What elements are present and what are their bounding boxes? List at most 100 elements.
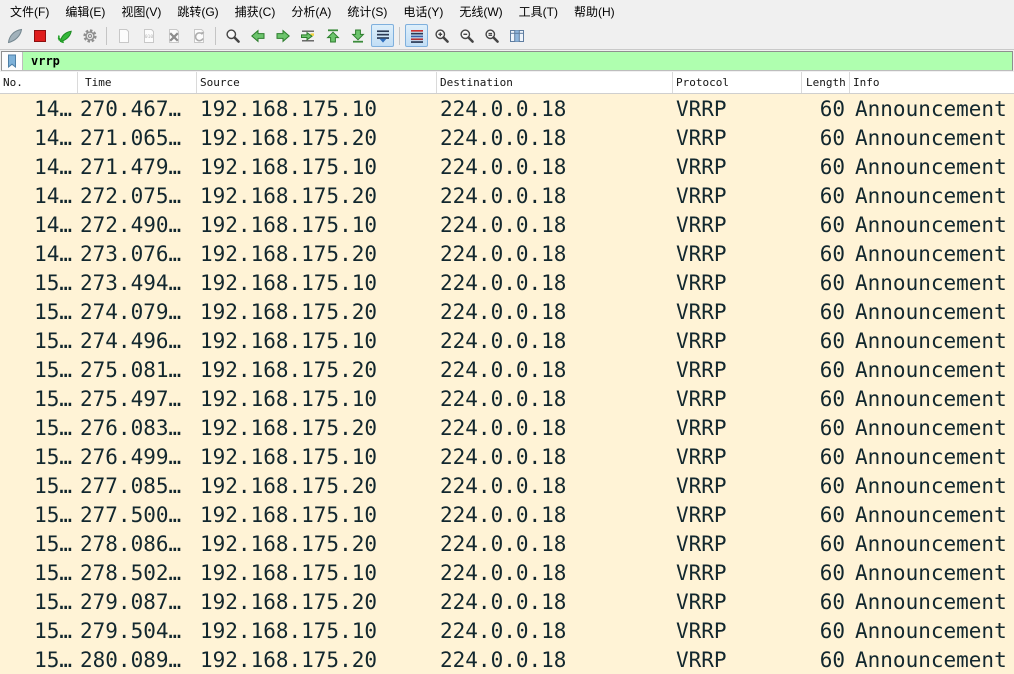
menu-telephony[interactable]: 电话(Y) bbox=[395, 0, 451, 23]
packet-no: 15… bbox=[0, 358, 78, 382]
column-header-length[interactable]: Length bbox=[802, 72, 850, 93]
packet-destination: 224.0.0.18 bbox=[437, 155, 673, 179]
stop-square-icon bbox=[32, 28, 48, 44]
menu-edit[interactable]: 编辑(E) bbox=[57, 0, 113, 23]
search-icon bbox=[225, 28, 241, 44]
packet-row[interactable]: 15… 274.079… 192.168.175.20 224.0.0.18 V… bbox=[0, 297, 1014, 326]
menu-capture[interactable]: 捕获(C) bbox=[227, 0, 284, 23]
packet-protocol: VRRP bbox=[673, 155, 802, 179]
column-header-time[interactable]: Time bbox=[78, 72, 197, 93]
packet-row[interactable]: 14… 272.075… 192.168.175.20 224.0.0.18 V… bbox=[0, 181, 1014, 210]
stop-capture-button[interactable] bbox=[28, 24, 51, 47]
packet-destination: 224.0.0.18 bbox=[437, 387, 673, 411]
packet-time: 275.497… bbox=[78, 387, 197, 411]
packet-source: 192.168.175.20 bbox=[197, 126, 437, 150]
packet-source: 192.168.175.20 bbox=[197, 358, 437, 382]
packet-row[interactable]: 15… 277.085… 192.168.175.20 224.0.0.18 V… bbox=[0, 471, 1014, 500]
packet-info: Announcement bbox=[850, 619, 1014, 643]
packet-length: 60 bbox=[802, 474, 850, 498]
packet-no: 15… bbox=[0, 445, 78, 469]
column-header-info[interactable]: Info bbox=[850, 72, 1014, 93]
go-to-packet-button[interactable] bbox=[296, 24, 319, 47]
menu-view[interactable]: 视图(V) bbox=[113, 0, 169, 23]
packet-source: 192.168.175.10 bbox=[197, 155, 437, 179]
packet-source: 192.168.175.20 bbox=[197, 300, 437, 324]
menu-wireless[interactable]: 无线(W) bbox=[451, 0, 510, 23]
packet-time: 271.479… bbox=[78, 155, 197, 179]
packet-protocol: VRRP bbox=[673, 213, 802, 237]
packet-length: 60 bbox=[802, 126, 850, 150]
packet-row[interactable]: 14… 273.076… 192.168.175.20 224.0.0.18 V… bbox=[0, 239, 1014, 268]
packet-destination: 224.0.0.18 bbox=[437, 126, 673, 150]
packet-protocol: VRRP bbox=[673, 126, 802, 150]
packet-row[interactable]: 15… 280.089… 192.168.175.20 224.0.0.18 V… bbox=[0, 645, 1014, 674]
capture-options-button[interactable] bbox=[78, 24, 101, 47]
packet-row[interactable]: 15… 275.081… 192.168.175.20 224.0.0.18 V… bbox=[0, 355, 1014, 384]
close-file-button[interactable] bbox=[162, 24, 185, 47]
previous-packet-button[interactable] bbox=[246, 24, 269, 47]
packet-row[interactable]: 15… 277.500… 192.168.175.10 224.0.0.18 V… bbox=[0, 500, 1014, 529]
menu-go[interactable]: 跳转(G) bbox=[169, 0, 226, 23]
start-capture-button[interactable] bbox=[3, 24, 26, 47]
first-packet-button[interactable] bbox=[321, 24, 344, 47]
packet-row[interactable]: 15… 276.083… 192.168.175.20 224.0.0.18 V… bbox=[0, 413, 1014, 442]
menu-file[interactable]: 文件(F) bbox=[2, 0, 57, 23]
column-header-destination[interactable]: Destination bbox=[437, 72, 673, 93]
arrow-right-icon bbox=[275, 28, 291, 44]
menu-help[interactable]: 帮助(H) bbox=[566, 0, 623, 23]
packet-row[interactable]: 15… 279.087… 192.168.175.20 224.0.0.18 V… bbox=[0, 587, 1014, 616]
packet-row[interactable]: 15… 278.502… 192.168.175.10 224.0.0.18 V… bbox=[0, 558, 1014, 587]
packet-row[interactable]: 15… 273.494… 192.168.175.10 224.0.0.18 V… bbox=[0, 268, 1014, 297]
packet-row[interactable]: 14… 271.479… 192.168.175.10 224.0.0.18 V… bbox=[0, 152, 1014, 181]
packet-row[interactable]: 15… 279.504… 192.168.175.10 224.0.0.18 V… bbox=[0, 616, 1014, 645]
packet-source: 192.168.175.20 bbox=[197, 590, 437, 614]
packet-info: Announcement bbox=[850, 561, 1014, 585]
packet-row[interactable]: 14… 272.490… 192.168.175.10 224.0.0.18 V… bbox=[0, 210, 1014, 239]
menu-tools[interactable]: 工具(T) bbox=[511, 0, 566, 23]
zoom-in-button[interactable] bbox=[430, 24, 453, 47]
reload-file-button[interactable] bbox=[187, 24, 210, 47]
zoom-reset-icon bbox=[484, 28, 500, 44]
packet-no: 15… bbox=[0, 300, 78, 324]
column-header-source[interactable]: Source bbox=[197, 72, 437, 93]
packet-row[interactable]: 14… 271.065… 192.168.175.20 224.0.0.18 V… bbox=[0, 123, 1014, 152]
packet-time: 273.494… bbox=[78, 271, 197, 295]
packet-info: Announcement bbox=[850, 387, 1014, 411]
packet-info: Announcement bbox=[850, 590, 1014, 614]
packet-no: 15… bbox=[0, 561, 78, 585]
packet-length: 60 bbox=[802, 648, 850, 672]
packet-destination: 224.0.0.18 bbox=[437, 648, 673, 672]
column-header-no[interactable]: No. bbox=[0, 72, 78, 93]
zoom-out-icon bbox=[459, 28, 475, 44]
next-packet-button[interactable] bbox=[271, 24, 294, 47]
last-packet-button[interactable] bbox=[346, 24, 369, 47]
packet-row[interactable]: 15… 276.499… 192.168.175.10 224.0.0.18 V… bbox=[0, 442, 1014, 471]
column-header-protocol[interactable]: Protocol bbox=[673, 72, 802, 93]
packet-list-header: No. Time Source Destination Protocol Len… bbox=[0, 72, 1014, 94]
packet-destination: 224.0.0.18 bbox=[437, 97, 673, 121]
packet-info: Announcement bbox=[850, 532, 1014, 556]
packet-source: 192.168.175.10 bbox=[197, 387, 437, 411]
display-filter-input[interactable]: vrrp bbox=[1, 51, 1013, 71]
resize-columns-icon bbox=[509, 28, 525, 44]
packet-row[interactable]: 15… 275.497… 192.168.175.10 224.0.0.18 V… bbox=[0, 384, 1014, 413]
menu-statistics[interactable]: 统计(S) bbox=[339, 0, 395, 23]
packet-row[interactable]: 15… 278.086… 192.168.175.20 224.0.0.18 V… bbox=[0, 529, 1014, 558]
filter-bookmark-button[interactable] bbox=[2, 52, 23, 70]
zoom-out-button[interactable] bbox=[455, 24, 478, 47]
packet-row[interactable]: 14… 270.467… 192.168.175.10 224.0.0.18 V… bbox=[0, 94, 1014, 123]
zoom-reset-button[interactable] bbox=[480, 24, 503, 47]
restart-capture-button[interactable] bbox=[53, 24, 76, 47]
open-file-button[interactable] bbox=[112, 24, 135, 47]
wireshark-window: 文件(F) 编辑(E) 视图(V) 跳转(G) 捕获(C) 分析(A) 统计(S… bbox=[0, 0, 1014, 674]
auto-scroll-button[interactable] bbox=[371, 24, 394, 47]
save-file-button[interactable]: 010 bbox=[137, 24, 160, 47]
find-packet-button[interactable] bbox=[221, 24, 244, 47]
resize-columns-button[interactable] bbox=[505, 24, 528, 47]
packet-row[interactable]: 15… 274.496… 192.168.175.10 224.0.0.18 V… bbox=[0, 326, 1014, 355]
packet-protocol: VRRP bbox=[673, 445, 802, 469]
menu-analyze[interactable]: 分析(A) bbox=[283, 0, 339, 23]
colorize-button[interactable] bbox=[405, 24, 428, 47]
bookmark-icon bbox=[6, 54, 18, 68]
packet-length: 60 bbox=[802, 619, 850, 643]
